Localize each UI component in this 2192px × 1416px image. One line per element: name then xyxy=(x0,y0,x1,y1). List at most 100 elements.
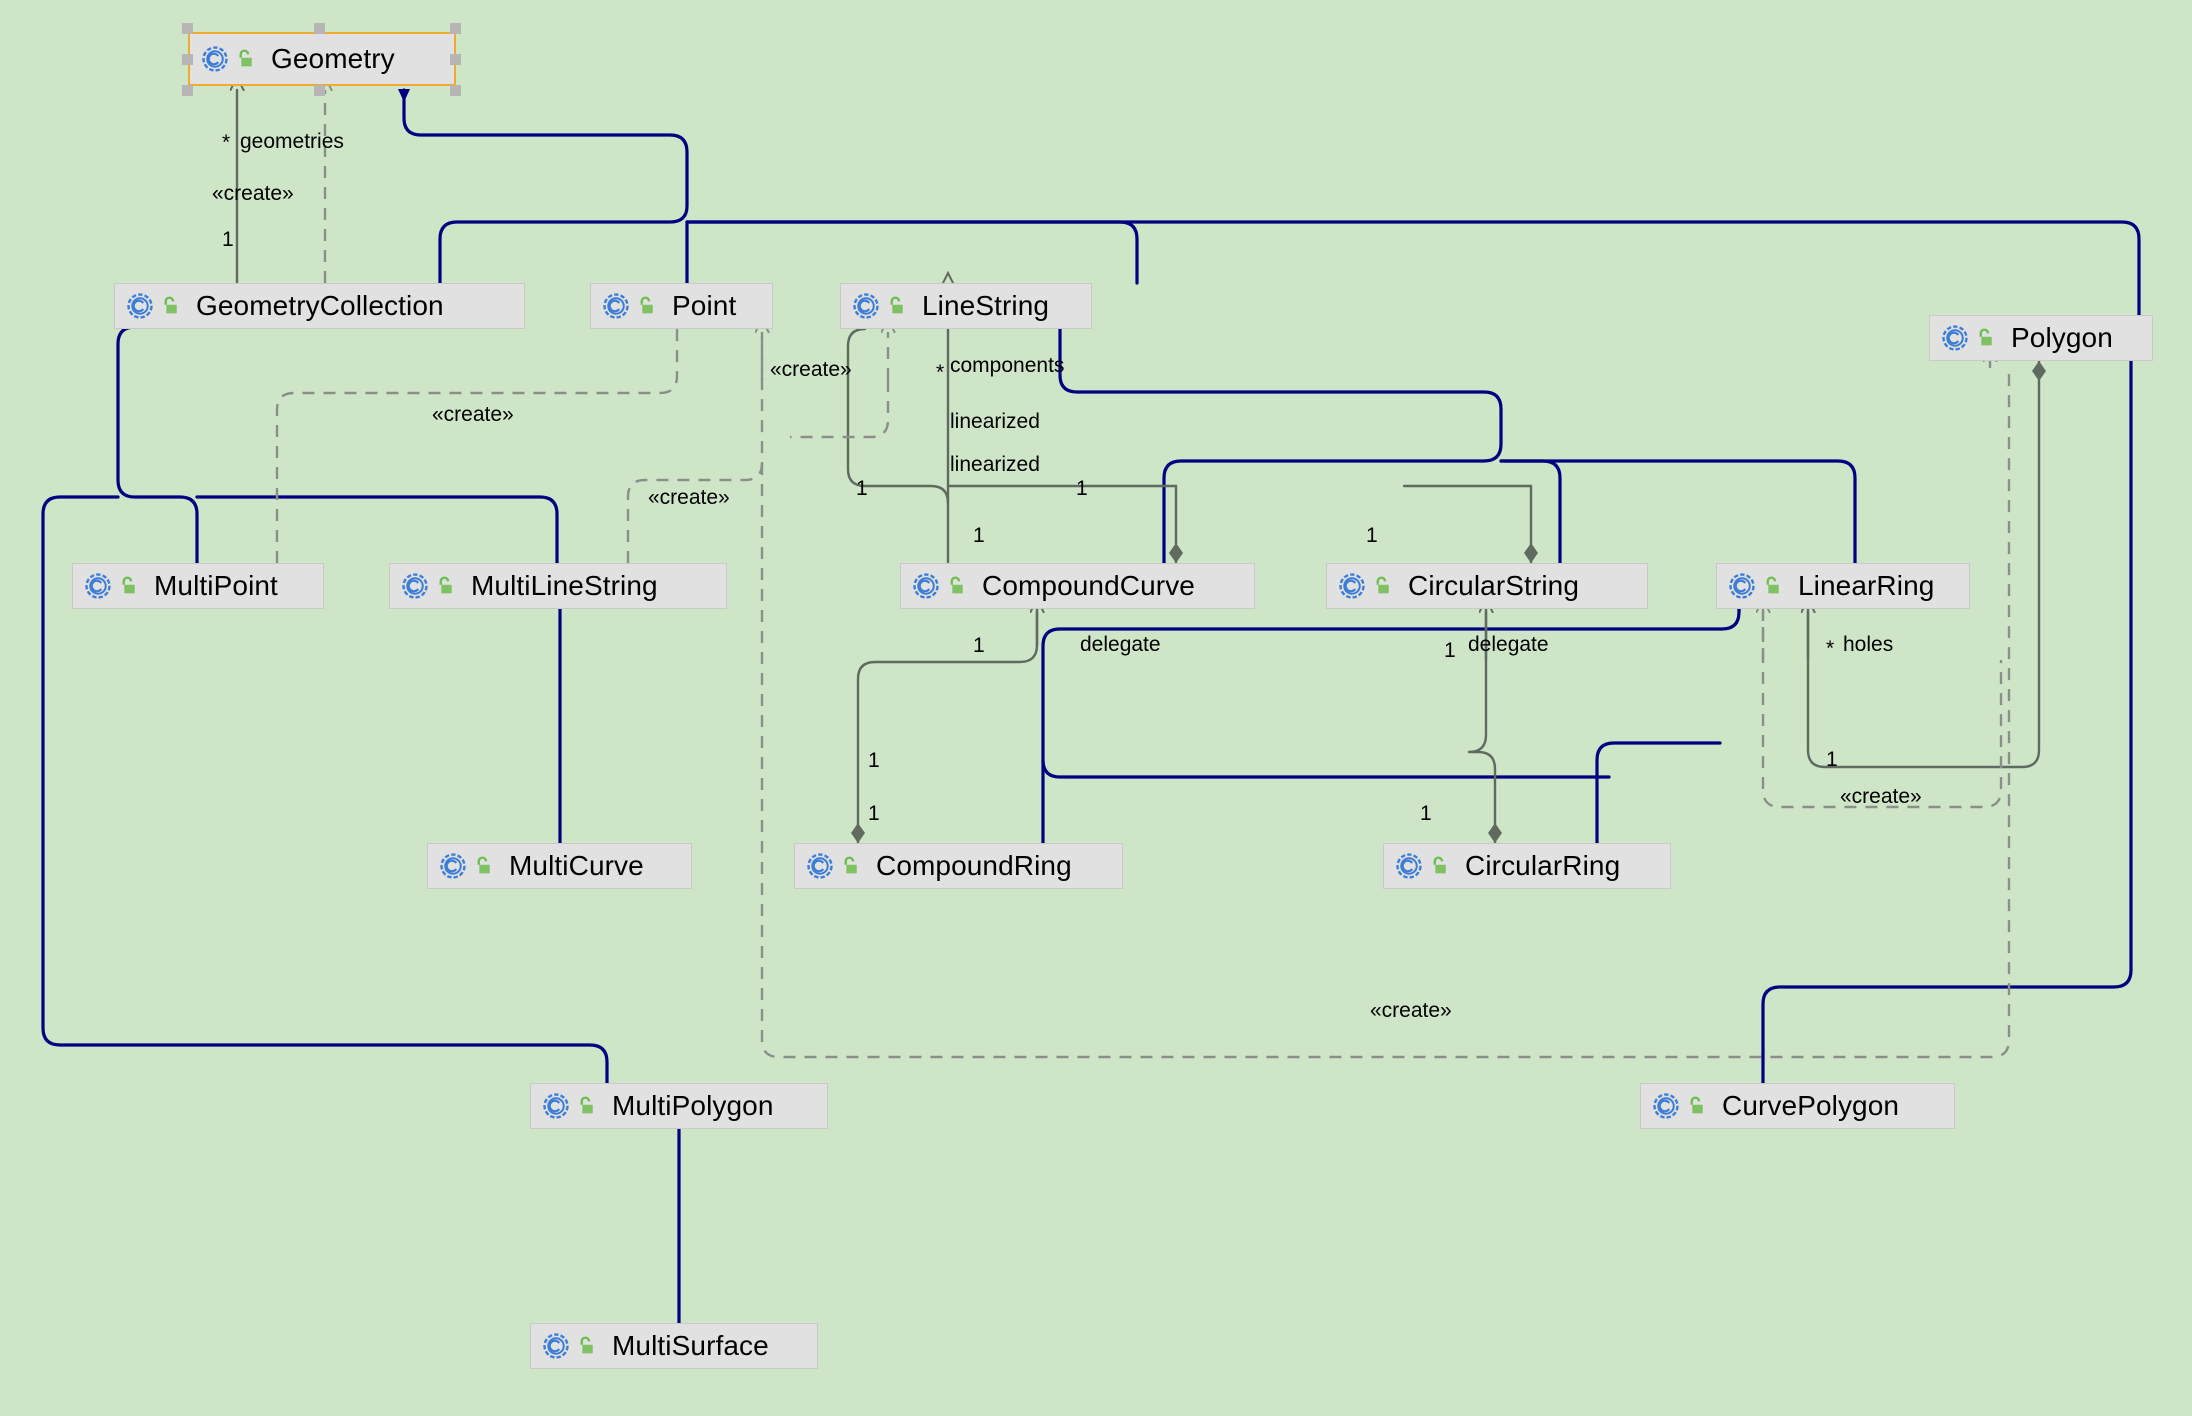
class-node-linearring[interactable]: LinearRing xyxy=(1716,563,1970,609)
node-icons xyxy=(83,571,138,601)
diagram-edges-layer xyxy=(41,0,2141,1325)
node-icons xyxy=(200,44,255,74)
class-icon xyxy=(1337,571,1367,601)
edge-label-circularring-one: 1 xyxy=(1420,802,1432,825)
uml-diagram-canvas[interactable]: Geometry GeometryCollection Point LineSt… xyxy=(0,0,2192,1416)
edge-label-components-multiplicity: * xyxy=(936,361,945,384)
class-name-label: MultiSurface xyxy=(612,1330,769,1361)
edge-label-linearized-circularstring: linearized xyxy=(950,453,1040,476)
edge-label-components-role: components xyxy=(950,354,1065,377)
node-icons xyxy=(911,571,966,601)
edge-label-create-point: «create» xyxy=(770,358,852,381)
edge-label-compoundcurve-diamond-one: 1 xyxy=(973,524,985,547)
class-node-curvepolygon[interactable]: CurvePolygon xyxy=(1640,1083,1955,1129)
package-lock-icon xyxy=(1429,855,1449,877)
node-icons xyxy=(541,1091,596,1121)
class-icon xyxy=(125,291,155,321)
edge-label-create-curvepolygon: «create» xyxy=(1370,999,1452,1022)
edge-label-circularstring-delegate: delegate xyxy=(1468,633,1549,656)
edge-label-create-geometrycollection: «create» xyxy=(212,182,294,205)
selection-handle-e[interactable] xyxy=(450,54,461,65)
class-node-multipoint[interactable]: MultiPoint xyxy=(72,563,324,609)
class-name-label: CircularString xyxy=(1408,570,1579,601)
class-node-multipolygon[interactable]: MultiPolygon xyxy=(530,1083,828,1129)
class-icon xyxy=(1394,851,1424,881)
node-icons xyxy=(438,851,493,881)
class-name-label: LineString xyxy=(922,290,1050,321)
node-icons xyxy=(1940,323,1995,353)
class-icon xyxy=(1727,571,1757,601)
package-lock-icon xyxy=(118,575,138,597)
class-icon xyxy=(601,291,631,321)
class-name-label: CircularRing xyxy=(1465,850,1621,881)
edge-label-holes-multiplicity: * xyxy=(1826,637,1835,660)
edge-label-circularstring-diamond-one: 1 xyxy=(1366,524,1378,547)
node-icons xyxy=(400,571,455,601)
class-icon xyxy=(83,571,113,601)
package-lock-icon xyxy=(636,295,656,317)
package-lock-icon xyxy=(1372,575,1392,597)
class-node-compoundring[interactable]: CompoundRing xyxy=(794,843,1123,889)
class-node-geometry[interactable]: Geometry xyxy=(188,32,456,86)
class-node-circularring[interactable]: CircularRing xyxy=(1383,843,1671,889)
edge-label-holes-one: 1 xyxy=(1826,748,1838,771)
edge-label-compoundcurve-one-left: 1 xyxy=(856,477,868,500)
selection-handle-ne[interactable] xyxy=(450,23,461,34)
edge-label-compoundring-one-lower: 1 xyxy=(868,802,880,825)
class-name-label: GeometryCollection xyxy=(196,290,444,321)
class-node-geometrycollection[interactable]: GeometryCollection xyxy=(114,283,525,329)
edge-label-compoundcurve-delegate-one: 1 xyxy=(973,634,985,657)
node-icons xyxy=(1394,851,1449,881)
selection-handle-se[interactable] xyxy=(450,85,461,96)
node-icons xyxy=(125,291,180,321)
package-lock-icon xyxy=(235,48,255,70)
class-icon xyxy=(1940,323,1970,353)
node-icons xyxy=(805,851,860,881)
selection-handle-w[interactable] xyxy=(182,54,193,65)
package-lock-icon xyxy=(576,1095,596,1117)
selection-handle-n[interactable] xyxy=(314,23,325,34)
class-icon xyxy=(1651,1091,1681,1121)
edge-label-linearized-compoundcurve: linearized xyxy=(950,410,1040,433)
package-lock-icon xyxy=(1686,1095,1706,1117)
edge-label-geometries-one: 1 xyxy=(222,228,234,251)
class-icon xyxy=(200,44,230,74)
class-icon xyxy=(805,851,835,881)
package-lock-icon xyxy=(840,855,860,877)
class-icon xyxy=(400,571,430,601)
package-lock-icon xyxy=(576,1335,596,1357)
edge-label-holes-role: holes xyxy=(1843,633,1894,656)
class-node-multicurve[interactable]: MultiCurve xyxy=(427,843,692,889)
node-icons xyxy=(1727,571,1782,601)
edge-label-circularstring-delegate-one: 1 xyxy=(1444,639,1456,662)
selection-handle-s[interactable] xyxy=(314,85,325,96)
package-lock-icon xyxy=(473,855,493,877)
class-node-circularstring[interactable]: CircularString xyxy=(1326,563,1648,609)
package-lock-icon xyxy=(1762,575,1782,597)
edge-label-compoundcurve-delegate: delegate xyxy=(1080,633,1161,656)
class-node-point[interactable]: Point xyxy=(590,283,773,329)
package-lock-icon xyxy=(886,295,906,317)
class-node-polygon[interactable]: Polygon xyxy=(1929,315,2153,361)
node-icons xyxy=(541,1331,596,1361)
edge-label-create-multipoint: «create» xyxy=(432,403,514,426)
class-name-label: Point xyxy=(672,290,737,321)
class-node-compoundcurve[interactable]: CompoundCurve xyxy=(900,563,1255,609)
selection-handle-nw[interactable] xyxy=(182,23,193,34)
edge-label-geometries-multiplicity: * xyxy=(222,131,231,154)
selection-handle-sw[interactable] xyxy=(182,85,193,96)
node-icons xyxy=(851,291,906,321)
class-node-linestring[interactable]: LineString xyxy=(840,283,1092,329)
class-icon xyxy=(541,1091,571,1121)
edge-label-create-linearring: «create» xyxy=(1840,785,1922,808)
package-lock-icon xyxy=(946,575,966,597)
edge-label-geometries-role: geometries xyxy=(240,130,344,153)
class-icon xyxy=(911,571,941,601)
node-icons xyxy=(601,291,656,321)
class-icon xyxy=(541,1331,571,1361)
class-node-multisurface[interactable]: MultiSurface xyxy=(530,1323,818,1369)
edge-label-circularstring-one-left: 1 xyxy=(1076,477,1088,500)
class-icon xyxy=(438,851,468,881)
class-node-multilinestring[interactable]: MultiLineString xyxy=(389,563,727,609)
edge-label-create-multilinestring: «create» xyxy=(648,486,730,509)
